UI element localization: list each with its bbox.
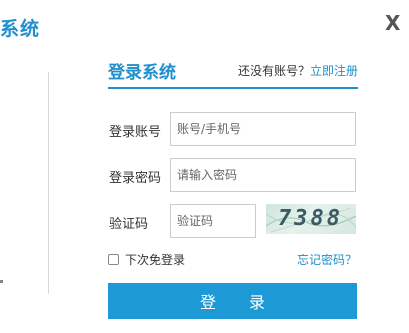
captcha-image[interactable]: 7388 xyxy=(266,204,356,234)
captcha-code: 7388 xyxy=(278,206,343,231)
register-area: 还没有账号？立即注册 xyxy=(238,62,358,79)
login-panel-title: 登录系统 xyxy=(108,63,176,83)
close-button[interactable]: X xyxy=(385,13,400,33)
checkbox-icon[interactable] xyxy=(108,254,119,265)
forgot-password-link[interactable]: 忘记密码？ xyxy=(297,251,357,268)
remember-me-label: 下次免登录 xyxy=(125,253,186,267)
captcha-label: 验证码 xyxy=(109,217,149,232)
register-link[interactable]: 立即注册 xyxy=(310,64,358,78)
vertical-divider xyxy=(48,72,49,294)
account-input[interactable] xyxy=(170,112,356,146)
login-button[interactable]: 登 录 xyxy=(108,283,357,319)
remember-me[interactable]: 下次免登录 xyxy=(108,251,185,268)
register-prompt: 还没有账号？ xyxy=(238,64,311,78)
captcha-input[interactable] xyxy=(170,204,256,238)
decorative-dot xyxy=(0,280,3,283)
account-label: 登录账号 xyxy=(109,125,162,140)
password-label: 登录密码 xyxy=(109,171,162,186)
title-underline xyxy=(108,87,358,89)
password-input[interactable] xyxy=(170,158,356,192)
page-title: 系统 xyxy=(0,18,41,40)
